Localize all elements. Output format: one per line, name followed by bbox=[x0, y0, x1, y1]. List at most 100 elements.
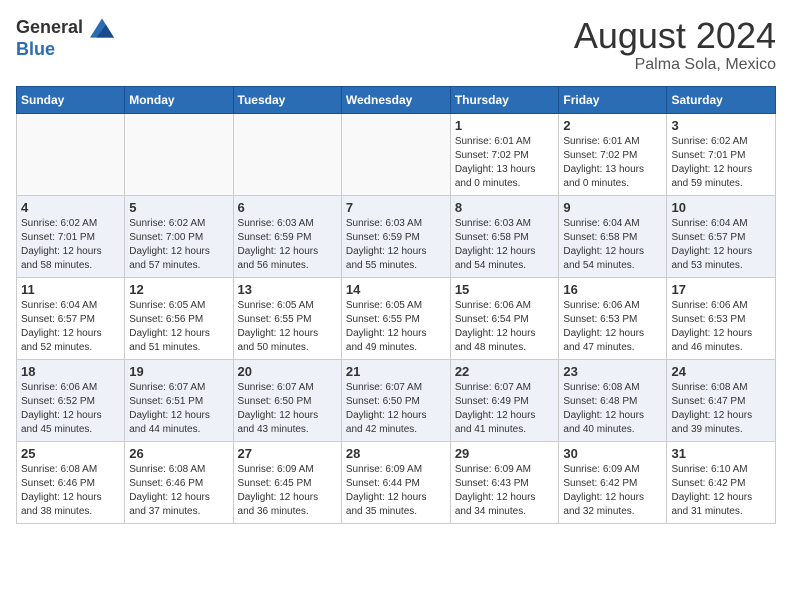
day-number: 14 bbox=[346, 282, 446, 297]
day-cell: 31 Sunrise: 6:10 AMSunset: 6:42 PMDayligh… bbox=[667, 441, 776, 523]
day-number: 20 bbox=[238, 364, 337, 379]
day-info: Sunrise: 6:06 AMSunset: 6:54 PMDaylight:… bbox=[455, 299, 555, 355]
day-cell: 24Sunrise: 6:08 AMSunset: 6:47 PMDayligh… bbox=[667, 359, 776, 441]
day-info: Sunrise: 6:06 AMSunset: 6:53 PMDaylight:… bbox=[671, 299, 771, 355]
day-cell: 21 Sunrise: 6:07 AMSunset: 6:50 PMDayligh… bbox=[341, 359, 450, 441]
day-info: Sunrise: 6:01 AMSunset: 7:02 PMDaylight:… bbox=[563, 135, 662, 191]
day-number: 1 bbox=[455, 118, 555, 133]
day-number: 22 bbox=[455, 364, 555, 379]
day-number: 11 bbox=[21, 282, 120, 297]
day-cell: 12 Sunrise: 6:05 AMSunset: 6:56 PMDayligh… bbox=[125, 277, 233, 359]
day-cell: 29Sunrise: 6:09 AMSunset: 6:43 PMDayligh… bbox=[450, 441, 559, 523]
day-info: Sunrise: 6:04 AMSunset: 6:57 PMDaylight:… bbox=[671, 217, 771, 273]
day-info: Sunrise: 6:06 AMSunset: 6:53 PMDaylight:… bbox=[563, 299, 662, 355]
day-info: Sunrise: 6:09 AMSunset: 6:44 PMDaylight:… bbox=[346, 463, 446, 519]
day-info: Sunrise: 6:04 AMSunset: 6:58 PMDaylight:… bbox=[563, 217, 662, 273]
day-number: 21 bbox=[346, 364, 446, 379]
day-cell: 15 Sunrise: 6:06 AMSunset: 6:54 PMDayligh… bbox=[450, 277, 559, 359]
day-cell: 7 Sunrise: 6:03 AMSunset: 6:59 PMDaylight… bbox=[341, 195, 450, 277]
logo-blue-text: Blue bbox=[16, 40, 114, 60]
day-cell: 26 Sunrise: 6:08 AMSunset: 6:46 PMDayligh… bbox=[125, 441, 233, 523]
day-info: Sunrise: 6:07 AMSunset: 6:50 PMDaylight:… bbox=[238, 381, 337, 437]
day-cell: 17 Sunrise: 6:06 AMSunset: 6:53 PMDayligh… bbox=[667, 277, 776, 359]
day-cell: 9 Sunrise: 6:04 AMSunset: 6:58 PMDaylight… bbox=[559, 195, 667, 277]
day-info: Sunrise: 6:07 AMSunset: 6:51 PMDaylight:… bbox=[129, 381, 228, 437]
day-number: 5 bbox=[129, 200, 228, 215]
day-info: Sunrise: 6:02 AMSunset: 7:01 PMDaylight:… bbox=[671, 135, 771, 191]
day-number: 31 bbox=[671, 446, 771, 461]
day-number: 3 bbox=[671, 118, 771, 133]
day-cell: 22 Sunrise: 6:07 AMSunset: 6:49 PMDayligh… bbox=[450, 359, 559, 441]
page-header: General Blue August 2024 Palma Sola, Mex… bbox=[16, 16, 776, 74]
day-info: Sunrise: 6:05 AMSunset: 6:55 PMDaylight:… bbox=[346, 299, 446, 355]
day-info: Sunrise: 6:03 AMSunset: 6:59 PMDaylight:… bbox=[238, 217, 337, 273]
day-info: Sunrise: 6:07 AMSunset: 6:49 PMDaylight:… bbox=[455, 381, 555, 437]
day-number: 4 bbox=[21, 200, 120, 215]
day-number: 19 bbox=[129, 364, 228, 379]
calendar-week-row: 1 Sunrise: 6:01 AMSunset: 7:02 PMDaylight… bbox=[17, 113, 776, 195]
day-cell: 4Sunrise: 6:02 AMSunset: 7:01 PMDaylight… bbox=[17, 195, 125, 277]
day-cell: 14 Sunrise: 6:05 AMSunset: 6:55 PMDayligh… bbox=[341, 277, 450, 359]
weekday-header-wednesday: Wednesday bbox=[341, 86, 450, 113]
day-number: 9 bbox=[563, 200, 662, 215]
day-info: Sunrise: 6:08 AMSunset: 6:48 PMDaylight:… bbox=[563, 381, 662, 437]
day-number: 6 bbox=[238, 200, 337, 215]
empty-day-cell bbox=[341, 113, 450, 195]
day-number: 17 bbox=[671, 282, 771, 297]
calendar-week-row: 4Sunrise: 6:02 AMSunset: 7:01 PMDaylight… bbox=[17, 195, 776, 277]
day-cell: 20 Sunrise: 6:07 AMSunset: 6:50 PMDayligh… bbox=[233, 359, 341, 441]
day-cell: 13 Sunrise: 6:05 AMSunset: 6:55 PMDayligh… bbox=[233, 277, 341, 359]
weekday-header-saturday: Saturday bbox=[667, 86, 776, 113]
day-number: 10 bbox=[671, 200, 771, 215]
day-number: 13 bbox=[238, 282, 337, 297]
title-area: August 2024 Palma Sola, Mexico bbox=[574, 16, 776, 74]
weekday-header-thursday: Thursday bbox=[450, 86, 559, 113]
day-cell: 3 Sunrise: 6:02 AMSunset: 7:01 PMDaylight… bbox=[667, 113, 776, 195]
calendar-week-row: 18Sunrise: 6:06 AMSunset: 6:52 PMDayligh… bbox=[17, 359, 776, 441]
day-number: 28 bbox=[346, 446, 446, 461]
day-info: Sunrise: 6:10 AMSunset: 6:42 PMDaylight:… bbox=[671, 463, 771, 519]
day-info: Sunrise: 6:05 AMSunset: 6:55 PMDaylight:… bbox=[238, 299, 337, 355]
day-number: 16 bbox=[563, 282, 662, 297]
day-cell: 1Sunrise: 6:01 AMSunset: 7:02 PMDaylight… bbox=[450, 113, 559, 195]
day-info: Sunrise: 6:09 AMSunset: 6:42 PMDaylight:… bbox=[563, 463, 662, 519]
day-cell: 10 Sunrise: 6:04 AMSunset: 6:57 PMDayligh… bbox=[667, 195, 776, 277]
calendar-week-row: 11 Sunrise: 6:04 AMSunset: 6:57 PMDayligh… bbox=[17, 277, 776, 359]
day-info: Sunrise: 6:08 AMSunset: 6:46 PMDaylight:… bbox=[129, 463, 228, 519]
day-cell: 16 Sunrise: 6:06 AMSunset: 6:53 PMDayligh… bbox=[559, 277, 667, 359]
day-cell: 6 Sunrise: 6:03 AMSunset: 6:59 PMDaylight… bbox=[233, 195, 341, 277]
day-number: 26 bbox=[129, 446, 228, 461]
logo: General Blue bbox=[16, 16, 114, 60]
day-cell: 23 Sunrise: 6:08 AMSunset: 6:48 PMDayligh… bbox=[559, 359, 667, 441]
weekday-header-sunday: Sunday bbox=[17, 86, 125, 113]
empty-day-cell bbox=[17, 113, 125, 195]
day-info: Sunrise: 6:02 AMSunset: 7:00 PMDaylight:… bbox=[129, 217, 228, 273]
month-title: August 2024 bbox=[574, 16, 776, 56]
day-cell: 28 Sunrise: 6:09 AMSunset: 6:44 PMDayligh… bbox=[341, 441, 450, 523]
day-number: 24 bbox=[671, 364, 771, 379]
day-cell: 2 Sunrise: 6:01 AMSunset: 7:02 PMDaylight… bbox=[559, 113, 667, 195]
day-info: Sunrise: 6:05 AMSunset: 6:56 PMDaylight:… bbox=[129, 299, 228, 355]
day-number: 23 bbox=[563, 364, 662, 379]
day-number: 12 bbox=[129, 282, 228, 297]
day-number: 2 bbox=[563, 118, 662, 133]
day-info: Sunrise: 6:04 AMSunset: 6:57 PMDaylight:… bbox=[21, 299, 120, 355]
day-number: 29 bbox=[455, 446, 555, 461]
day-number: 15 bbox=[455, 282, 555, 297]
weekday-header-tuesday: Tuesday bbox=[233, 86, 341, 113]
empty-day-cell bbox=[233, 113, 341, 195]
calendar-table: SundayMondayTuesdayWednesdayThursdayFrid… bbox=[16, 86, 776, 524]
day-number: 7 bbox=[346, 200, 446, 215]
day-number: 25 bbox=[21, 446, 120, 461]
weekday-header-monday: Monday bbox=[125, 86, 233, 113]
day-cell: 19 Sunrise: 6:07 AMSunset: 6:51 PMDayligh… bbox=[125, 359, 233, 441]
day-info: Sunrise: 6:03 AMSunset: 6:59 PMDaylight:… bbox=[346, 217, 446, 273]
day-cell: 30Sunrise: 6:09 AMSunset: 6:42 PMDayligh… bbox=[559, 441, 667, 523]
day-info: Sunrise: 6:06 AMSunset: 6:52 PMDaylight:… bbox=[21, 381, 120, 437]
calendar-week-row: 25 Sunrise: 6:08 AMSunset: 6:46 PMDayligh… bbox=[17, 441, 776, 523]
logo-general-text: General bbox=[16, 16, 114, 40]
day-info: Sunrise: 6:07 AMSunset: 6:50 PMDaylight:… bbox=[346, 381, 446, 437]
day-cell: 11 Sunrise: 6:04 AMSunset: 6:57 PMDayligh… bbox=[17, 277, 125, 359]
day-cell: 5 Sunrise: 6:02 AMSunset: 7:00 PMDaylight… bbox=[125, 195, 233, 277]
day-info: Sunrise: 6:03 AMSunset: 6:58 PMDaylight:… bbox=[455, 217, 555, 273]
